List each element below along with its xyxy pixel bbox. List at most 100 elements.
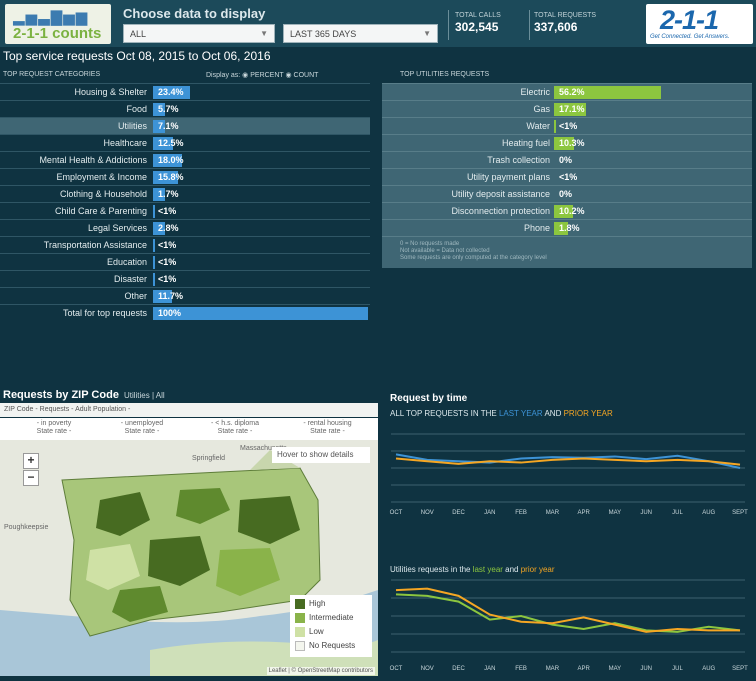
zip-filter-label[interactable]: Utilities | All bbox=[124, 391, 165, 400]
category-row[interactable]: Mental Health & Addictions 18.0% bbox=[0, 151, 370, 168]
categories-list: Housing & Shelter 23.4% Food 5.7% Utilities 7… bbox=[0, 83, 370, 321]
note-line: Not available = Data not collected bbox=[400, 248, 490, 254]
category-bar-track: 23.4% bbox=[153, 86, 368, 99]
x-tick-label: SEPT bbox=[732, 666, 748, 672]
category-row[interactable]: Clothing & Household 1.7% bbox=[0, 185, 370, 202]
category-row[interactable]: Employment & Income 15.8% bbox=[0, 168, 370, 185]
x-tick-label: FEB bbox=[515, 666, 527, 672]
utility-row[interactable]: Electric 56.2% bbox=[382, 83, 752, 100]
utilities-time-subtitle: Utilities requests in the last year and … bbox=[390, 565, 555, 574]
utility-row[interactable]: Disconnection protection 10.2% bbox=[382, 202, 752, 219]
utility-row[interactable]: Utility deposit assistance 0% bbox=[382, 185, 752, 202]
zip-title-text: Requests by ZIP Code bbox=[3, 389, 119, 401]
category-value: <1% bbox=[158, 257, 177, 267]
category-name: Other bbox=[124, 291, 147, 301]
category-row[interactable]: Healthcare 12.5% bbox=[0, 134, 370, 151]
utility-row[interactable]: Utility payment plans <1% bbox=[382, 168, 752, 185]
category-bar bbox=[153, 239, 155, 252]
category-value: 15.8% bbox=[158, 172, 184, 182]
categories-header: TOP REQUEST CATEGORIES Display as: ◉ PER… bbox=[0, 66, 370, 83]
utility-value: 0% bbox=[559, 155, 573, 165]
category-value: <1% bbox=[158, 240, 177, 250]
zip-choropleth-map[interactable]: + − Springfield Massachusetts Poughkeeps… bbox=[0, 440, 378, 676]
subtitle-text: Utilities requests in the bbox=[390, 565, 473, 574]
map-legend: High Intermediate Low No Requests bbox=[290, 595, 372, 657]
utility-bar-track: <1% bbox=[554, 171, 744, 184]
series-line bbox=[395, 593, 741, 633]
x-tick-label: NOV bbox=[421, 510, 434, 516]
category-name: Disaster bbox=[113, 274, 147, 284]
zoom-out-button[interactable]: − bbox=[23, 470, 39, 486]
category-row[interactable]: Housing & Shelter 23.4% bbox=[0, 83, 370, 100]
map-attribution[interactable]: Leaflet | © OpenStreetMap contributors bbox=[266, 667, 375, 675]
utility-row[interactable]: Water <1% bbox=[382, 117, 752, 134]
211-counts-logo[interactable]: ▂▅▃▇▅▆ 2-1-1 counts bbox=[5, 4, 111, 44]
category-row[interactable]: Food 5.7% bbox=[0, 100, 370, 117]
total-row[interactable]: Total for top requests 100% bbox=[0, 304, 370, 321]
category-name: Clothing & Household bbox=[59, 189, 147, 199]
utilities-panel: TOP UTILITIES REQUESTS Electric 56.2% Gas 1… bbox=[382, 66, 752, 298]
utility-name: Heating fuel bbox=[501, 138, 550, 148]
zip-section-title: Requests by ZIP Code Utilities | All bbox=[3, 389, 165, 401]
x-tick-label: JAN bbox=[484, 510, 495, 516]
category-row[interactable]: Utilities 7.1% bbox=[0, 117, 370, 134]
utility-name: Phone bbox=[523, 223, 550, 233]
category-row[interactable]: Legal Services 2.8% bbox=[0, 219, 370, 236]
211-logo[interactable]: 2-1-1 Get Connected. Get Answers. bbox=[646, 4, 753, 44]
category-name: Legal Services bbox=[87, 223, 147, 233]
category-bar-track: <1% bbox=[153, 239, 368, 252]
utility-bar-track: 0% bbox=[554, 154, 744, 167]
x-tick-label: SEPT bbox=[732, 510, 748, 516]
unemployed-metric: - unemployed State rate - bbox=[102, 420, 182, 436]
category-row[interactable]: Other 11.7% bbox=[0, 287, 370, 304]
choose-data-label: Choose data to display bbox=[123, 6, 266, 21]
x-tick-label: JUN bbox=[640, 666, 652, 672]
category-bar-track: 18.0% bbox=[153, 154, 368, 167]
utility-row[interactable]: Trash collection 0% bbox=[382, 151, 752, 168]
category-row[interactable]: Education <1% bbox=[0, 253, 370, 270]
prior-year-label: prior year bbox=[520, 565, 555, 574]
utilities-header: TOP UTILITIES REQUESTS bbox=[400, 71, 490, 78]
note-line: Some requests are only computed at the c… bbox=[400, 255, 547, 261]
utility-bar-track: 10.2% bbox=[554, 205, 744, 218]
display-as-toggle[interactable]: Display as: ◉ PERCENT ◉ COUNT bbox=[206, 71, 318, 79]
utilities-time-chart: OCT NOV DEC JAN FEB MAR APR MAY JUN JUL AUG SEPT bbox=[390, 579, 748, 672]
x-tick-label: MAY bbox=[609, 510, 622, 516]
category-name: Employment & Income bbox=[56, 172, 147, 182]
legend-item: No Requests bbox=[295, 640, 367, 654]
total-calls-value: 302,545 bbox=[455, 20, 499, 34]
utility-row[interactable]: Phone 1.8% bbox=[382, 219, 752, 236]
legend-item: Low bbox=[295, 626, 367, 640]
utility-row[interactable]: Heating fuel 10.3% bbox=[382, 134, 752, 151]
category-row[interactable]: Transportation Assistance <1% bbox=[0, 236, 370, 253]
x-tick-label: JUL bbox=[672, 666, 683, 672]
date-range-select[interactable]: LAST 365 DAYS ▼ bbox=[283, 24, 438, 43]
x-tick-label: APR bbox=[577, 510, 590, 516]
category-row[interactable]: Child Care & Parenting <1% bbox=[0, 202, 370, 219]
total-requests-label: TOTAL REQUESTS bbox=[534, 12, 597, 19]
utility-name: Utility payment plans bbox=[466, 172, 550, 182]
legend-swatch bbox=[295, 613, 305, 623]
utility-name: Electric bbox=[520, 87, 550, 97]
utility-value: <1% bbox=[559, 121, 578, 131]
bar-chart-icon: ▂▅▃▇▅▆ bbox=[13, 8, 89, 26]
category-bar-track: <1% bbox=[153, 256, 368, 269]
zoom-in-button[interactable]: + bbox=[23, 453, 39, 469]
metric-state-rate: State rate - bbox=[310, 428, 345, 435]
category-bar-track: 15.8% bbox=[153, 171, 368, 184]
legend-label: No Requests bbox=[309, 641, 356, 650]
utility-row[interactable]: Gas 17.1% bbox=[382, 100, 752, 117]
metric-state-rate: State rate - bbox=[217, 428, 253, 435]
utility-value: 10.2% bbox=[559, 206, 585, 216]
category-value: <1% bbox=[158, 206, 177, 216]
x-tick-label: AUG bbox=[702, 510, 715, 516]
x-tick-label: NOV bbox=[421, 666, 434, 672]
category-name: Child Care & Parenting bbox=[54, 206, 147, 216]
category-row[interactable]: Disaster <1% bbox=[0, 270, 370, 287]
x-tick-label: JUN bbox=[640, 510, 652, 516]
category-select[interactable]: ALL ▼ bbox=[123, 24, 275, 43]
poverty-metric: - in poverty State rate - bbox=[14, 420, 94, 436]
total-requests-stat: TOTAL REQUESTS 337,606 bbox=[534, 12, 596, 34]
category-value: 1.7% bbox=[158, 189, 179, 199]
category-name: Food bbox=[126, 104, 147, 114]
